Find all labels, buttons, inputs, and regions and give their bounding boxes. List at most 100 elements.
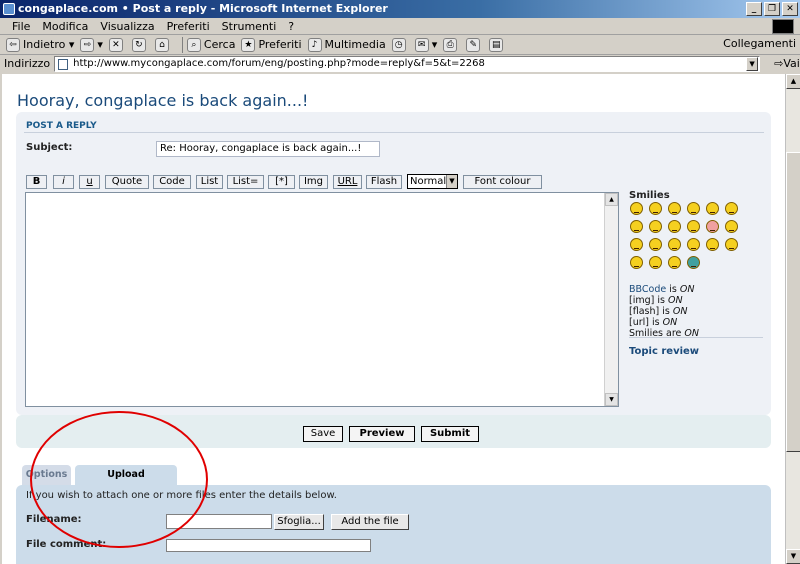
list-ordered-button[interactable]: List= — [227, 175, 264, 189]
smiley-icon[interactable] — [706, 202, 719, 215]
underline-button[interactable]: u — [79, 175, 100, 189]
favorites-button[interactable]: ★ Preferiti — [241, 37, 302, 52]
smiley-icon[interactable] — [668, 202, 681, 215]
close-button[interactable]: ✕ — [782, 2, 798, 16]
mail-icon: ✉ — [414, 37, 429, 52]
section-title: POST A REPLY — [26, 121, 97, 131]
minimize-button[interactable]: _ — [746, 2, 762, 16]
scroll-up-icon[interactable]: ▲ — [605, 193, 618, 206]
mail-button[interactable]: ✉ ▾ — [414, 37, 437, 52]
history-button[interactable]: ◷ — [391, 37, 409, 52]
search-button[interactable]: ⌕ Cerca — [186, 37, 235, 52]
file-comment-input[interactable] — [166, 539, 371, 552]
img-button[interactable]: Img — [299, 175, 328, 189]
scrollbar-thumb[interactable] — [786, 152, 800, 452]
ie-app-icon — [3, 3, 15, 15]
print-button[interactable]: ⎙ — [443, 37, 460, 52]
font-colour-select[interactable]: Font colour — [463, 175, 542, 189]
menu-help[interactable]: ? — [282, 20, 300, 33]
toolbar-separator — [181, 36, 183, 53]
media-icon: ♪ — [307, 37, 322, 52]
menu-modifica[interactable]: Modifica — [36, 20, 94, 33]
smiley-icon[interactable] — [706, 220, 719, 233]
menu-strumenti[interactable]: Strumenti — [216, 20, 283, 33]
smiley-icon[interactable] — [668, 238, 681, 251]
smiley-icon[interactable] — [687, 220, 700, 233]
font-size-value: Normal — [410, 176, 447, 187]
toolbar: ⇦ Indietro ▾ ⇨ ▾ ✕ ↻ ⌂ ⌕ Cerca ★ Preferiti ♪… — [0, 35, 800, 55]
window-controls: _ ❐ ✕ — [746, 2, 798, 16]
subject-input[interactable]: Re: Hooray, congaplace is back again...! — [156, 141, 380, 157]
window-title: congaplace.com • Post a reply - Microsof… — [18, 2, 388, 15]
home-button[interactable]: ⌂ — [154, 37, 172, 52]
list-button[interactable]: List — [196, 175, 223, 189]
submit-button[interactable]: Submit — [421, 426, 479, 442]
url-button[interactable]: URL — [333, 175, 362, 189]
textarea-scrollbar[interactable]: ▲ ▼ — [604, 193, 618, 406]
links-button[interactable]: Collegamenti — [723, 37, 796, 50]
smiley-icon[interactable] — [725, 220, 738, 233]
star-icon: ★ — [241, 37, 256, 52]
smiley-icon[interactable] — [687, 238, 700, 251]
message-textarea[interactable]: ▲ ▼ — [25, 192, 619, 407]
smiley-icon[interactable] — [687, 202, 700, 215]
smiley-icon[interactable] — [649, 202, 662, 215]
bold-button[interactable]: B — [26, 175, 47, 189]
media-button[interactable]: ♪ Multimedia — [307, 37, 386, 52]
stop-icon: ✕ — [108, 37, 123, 52]
smiley-icon[interactable] — [687, 256, 700, 269]
post-reply-panel: POST A REPLY Subject: Re: Hooray, congap… — [16, 112, 771, 415]
smiley-icon[interactable] — [630, 220, 643, 233]
address-input[interactable]: http://www.mycongaplace.com/forum/eng/po… — [54, 55, 761, 72]
go-button[interactable]: ⇨Vai — [774, 57, 800, 70]
save-button[interactable]: Save — [303, 426, 343, 442]
forward-button[interactable]: ⇨ ▾ — [80, 37, 103, 52]
chevron-down-icon: ▼ — [446, 175, 457, 188]
scroll-up-icon[interactable]: ▲ — [786, 74, 800, 89]
quote-button[interactable]: Quote — [105, 175, 149, 189]
question-icon[interactable] — [725, 238, 738, 251]
print-icon: ⎙ — [443, 37, 458, 52]
forward-arrow-icon: ⇨ — [80, 37, 95, 52]
smiley-icon[interactable] — [649, 220, 662, 233]
bbcode-link[interactable]: BBCode — [629, 284, 666, 295]
address-dropdown-icon[interactable]: ▼ — [746, 56, 759, 71]
home-icon: ⌂ — [154, 37, 169, 52]
refresh-button[interactable]: ↻ — [131, 37, 149, 52]
idea-icon[interactable] — [630, 256, 643, 269]
stop-button[interactable]: ✕ — [108, 37, 126, 52]
page-scrollbar[interactable]: ▲ ▼ — [785, 74, 800, 564]
back-button[interactable]: ⇦ Indietro ▾ — [6, 37, 74, 52]
smiley-icon[interactable] — [725, 202, 738, 215]
scroll-down-icon[interactable]: ▼ — [605, 393, 618, 406]
topic-review-link[interactable]: Topic review — [629, 346, 699, 357]
arrow-icon[interactable] — [649, 256, 662, 269]
smiley-icon[interactable] — [649, 238, 662, 251]
browse-button[interactable]: Sfoglia... — [274, 514, 324, 530]
italic-button[interactable]: i — [53, 175, 74, 189]
menu-file[interactable]: File — [6, 20, 36, 33]
preview-button[interactable]: Preview — [349, 426, 415, 442]
back-arrow-icon: ⇦ — [6, 37, 20, 52]
edit-button[interactable]: ✎ — [466, 37, 483, 52]
add-file-button[interactable]: Add the file — [331, 514, 409, 530]
smiley-icon[interactable] — [630, 238, 643, 251]
list-item-button[interactable]: [*] — [268, 175, 295, 189]
restore-button[interactable]: ❐ — [764, 2, 780, 16]
font-size-select[interactable]: Normal ▼ — [407, 174, 458, 189]
smiley-icon[interactable] — [668, 256, 681, 269]
exclamation-icon[interactable] — [706, 238, 719, 251]
smiley-icon[interactable] — [668, 220, 681, 233]
code-button[interactable]: Code — [153, 175, 191, 189]
address-url: http://www.mycongaplace.com/forum/eng/po… — [73, 57, 485, 69]
discuss-button[interactable]: ▤ — [489, 37, 506, 52]
ie-logo-icon — [772, 19, 794, 34]
address-bar: Indirizzo http://www.mycongaplace.com/fo… — [0, 55, 800, 72]
smiley-icon[interactable] — [630, 202, 643, 215]
scroll-down-icon[interactable]: ▼ — [786, 549, 800, 564]
flash-button[interactable]: Flash — [366, 175, 402, 189]
page-title[interactable]: Hooray, congaplace is back again...! — [17, 91, 308, 110]
divider — [629, 337, 763, 338]
menu-visualizza[interactable]: Visualizza — [94, 20, 160, 33]
menu-preferiti[interactable]: Preferiti — [161, 20, 216, 33]
